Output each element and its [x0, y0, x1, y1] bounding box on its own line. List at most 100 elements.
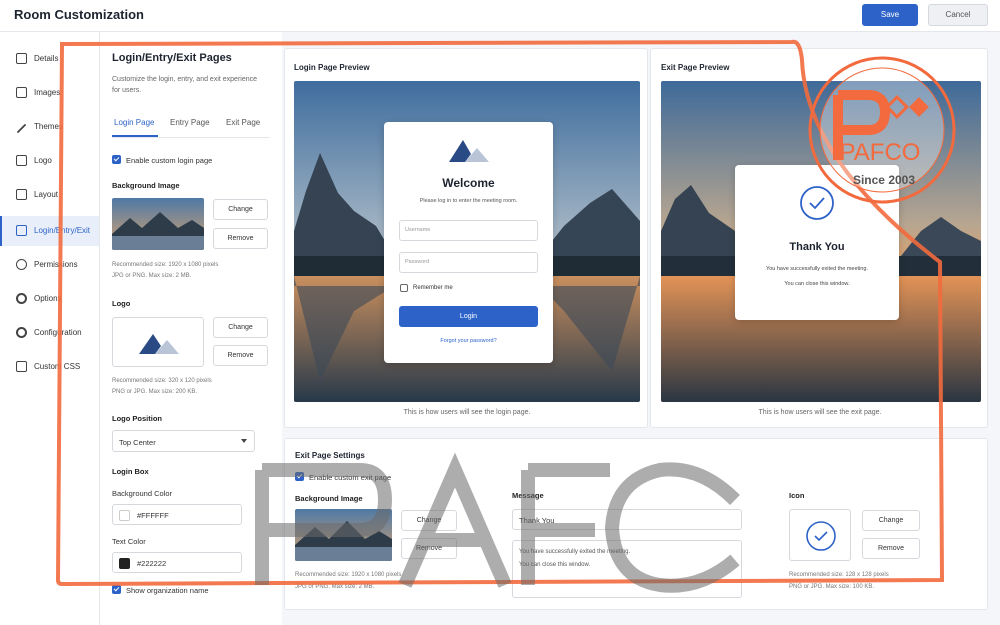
- top-bar: Room Customization Save Cancel: [0, 0, 1000, 32]
- background-hint-format: JPG or PNG. Max size: 2 MB.: [112, 273, 192, 279]
- exit-change-background-button[interactable]: Change: [401, 510, 457, 531]
- login-card: Welcome Please log in to enter the meeti…: [384, 122, 553, 363]
- sidebar-item-themes[interactable]: Themes: [0, 112, 99, 142]
- logo-position-label: Logo Position: [112, 414, 162, 423]
- enable-login-checkbox[interactable]: [112, 155, 121, 164]
- sidebar-item-configuration[interactable]: Configuration: [0, 318, 99, 348]
- icon-hint-format: PNG or JPG. Max size: 100 KB.: [789, 584, 875, 590]
- change-logo-button[interactable]: Change: [213, 317, 268, 338]
- password-input[interactable]: Password: [399, 252, 538, 273]
- enable-exit-checkbox[interactable]: [295, 472, 304, 481]
- icon-remove-button[interactable]: Remove: [862, 538, 920, 559]
- text-color-input[interactable]: #222222: [112, 552, 242, 573]
- save-button[interactable]: Save: [862, 4, 918, 26]
- username-input[interactable]: Username: [399, 220, 538, 241]
- cancel-button[interactable]: Cancel: [928, 4, 988, 26]
- remove-logo-button[interactable]: Remove: [213, 345, 268, 366]
- background-thumbnail: [112, 198, 204, 250]
- checkmark-circle-icon: [800, 186, 834, 220]
- icon-hint-size: Recommended size: 128 x 128 pixels: [789, 572, 889, 578]
- tab-exit-page[interactable]: Exit Page: [226, 118, 260, 127]
- enable-login-label: Enable custom login page: [126, 156, 213, 165]
- remember-me-checkbox[interactable]: [400, 284, 408, 292]
- login-button[interactable]: Login: [399, 306, 538, 327]
- thank-you-heading: Thank You: [789, 241, 845, 253]
- image-icon: [16, 87, 27, 98]
- bg-color-label: Background Color: [112, 489, 173, 498]
- sidebar-item-login-entry-exit[interactable]: Login/Entry/Exit: [0, 216, 99, 246]
- page-tabs: Login Page Entry Page Exit Page: [112, 114, 270, 138]
- remember-me-label: Remember me: [413, 285, 453, 291]
- chevron-down-icon: [241, 439, 247, 443]
- sidebar-item-label: Configuration: [34, 328, 82, 337]
- forgot-password-link[interactable]: Forgot your password?: [384, 338, 553, 344]
- bg-color-value: #FFFFFF: [137, 511, 169, 520]
- text-color-label: Text Color: [112, 537, 146, 546]
- background-hint-size: Recommended size: 1920 x 1080 pixels: [112, 262, 219, 268]
- exit-card: Thank You You have successfully exited t…: [735, 165, 899, 320]
- username-placeholder: Username: [405, 227, 431, 233]
- sidebar-item-logo[interactable]: Logo: [0, 146, 99, 176]
- exit-preview-image: Thank You You have successfully exited t…: [661, 81, 981, 402]
- enable-exit-label: Enable custom exit page: [309, 473, 392, 482]
- show-org-name-checkbox[interactable]: [112, 585, 121, 594]
- checkmark-circle-icon: [806, 521, 836, 551]
- exit-remove-background-button[interactable]: Remove: [401, 538, 457, 559]
- sidebar-item-layout[interactable]: Layout: [0, 180, 99, 210]
- exit-bg-hint-format: JPG or PNG. Max size: 2 MB.: [295, 584, 375, 590]
- login-subtitle: Please log in to enter the meeting room.: [419, 198, 518, 204]
- background-image-label: Background Image: [112, 181, 180, 190]
- logo-icon: [16, 155, 27, 166]
- icon-preview: [789, 509, 851, 561]
- section-title: Login/Entry/Exit Pages: [112, 52, 232, 64]
- logo-label: Logo: [112, 299, 131, 308]
- sidebar-item-label: Permissions: [34, 260, 78, 269]
- sidebar-item-details[interactable]: Details: [0, 44, 99, 74]
- exit-preview-title: Exit Page Preview: [661, 63, 730, 72]
- logo-hint-format: PNG or JPG. Max size: 200 KB.: [112, 389, 198, 395]
- show-org-name-label: Show organization name: [126, 586, 209, 595]
- section-description: Customize the login, entry, and exit exp…: [112, 76, 258, 94]
- details-icon: [16, 53, 27, 64]
- message-body-textarea[interactable]: You have successfully exited the meeting…: [512, 540, 742, 598]
- logo-hint-size: Recommended size: 320 x 120 pixels: [112, 378, 212, 384]
- tab-login-page[interactable]: Login Page: [114, 118, 154, 127]
- login-icon: [16, 225, 27, 236]
- password-placeholder: Password: [405, 259, 430, 265]
- message-body-line-2: You can close this window.: [519, 562, 591, 568]
- tab-entry-page[interactable]: Entry Page: [170, 118, 210, 127]
- bg-color-input[interactable]: #FFFFFF: [112, 504, 242, 525]
- logo-preview: [112, 317, 204, 367]
- login-preview-image: Welcome Please log in to enter the meeti…: [294, 81, 640, 402]
- page-title: Room Customization: [14, 7, 144, 22]
- mountain-logo-icon: [139, 334, 179, 354]
- message-body-line-1: You have successfully exited the meeting…: [519, 549, 631, 555]
- brush-icon: [16, 121, 27, 133]
- exit-preview-caption: This is how users will see the exit page…: [758, 409, 882, 416]
- logo-position-select[interactable]: Top Center: [112, 430, 255, 452]
- exit-line-1: You have successfully exited the meeting…: [766, 266, 868, 272]
- sidebar-item-custom-css[interactable]: Custom CSS: [0, 352, 99, 382]
- sidebar-item-options[interactable]: Options: [0, 284, 99, 314]
- sidebar-item-label: Options: [34, 294, 62, 303]
- sidebar-item-label: Layout: [34, 190, 59, 199]
- sidebar-item-label: Custom CSS: [34, 362, 81, 371]
- sidebar-item-label: Images: [34, 88, 61, 97]
- message-title-input[interactable]: Thank You: [512, 509, 742, 530]
- change-background-button[interactable]: Change: [213, 199, 268, 220]
- exit-line-2: You can close this window.: [784, 281, 850, 287]
- sidebar-item-label: Logo: [34, 156, 52, 165]
- exit-settings-title: Exit Page Settings: [295, 451, 365, 460]
- exit-bg-hint-size: Recommended size: 1920 x 1080 pixels: [295, 572, 402, 578]
- text-color-value: #222222: [137, 559, 167, 568]
- exit-background-label: Background Image: [295, 494, 363, 503]
- mountain-logo-icon: [449, 140, 489, 162]
- sidebar-item-permissions[interactable]: Permissions: [0, 250, 99, 280]
- sidebar-item-images[interactable]: Images: [0, 78, 99, 108]
- sidebar-item-label: Themes: [34, 122, 63, 131]
- settings-panel: Login/Entry/Exit Pages Customize the log…: [100, 32, 282, 625]
- remove-background-button[interactable]: Remove: [213, 228, 268, 249]
- color-swatch: [119, 558, 130, 569]
- icon-change-button[interactable]: Change: [862, 510, 920, 531]
- login-preview-caption: This is how users will see the login pag…: [403, 409, 531, 416]
